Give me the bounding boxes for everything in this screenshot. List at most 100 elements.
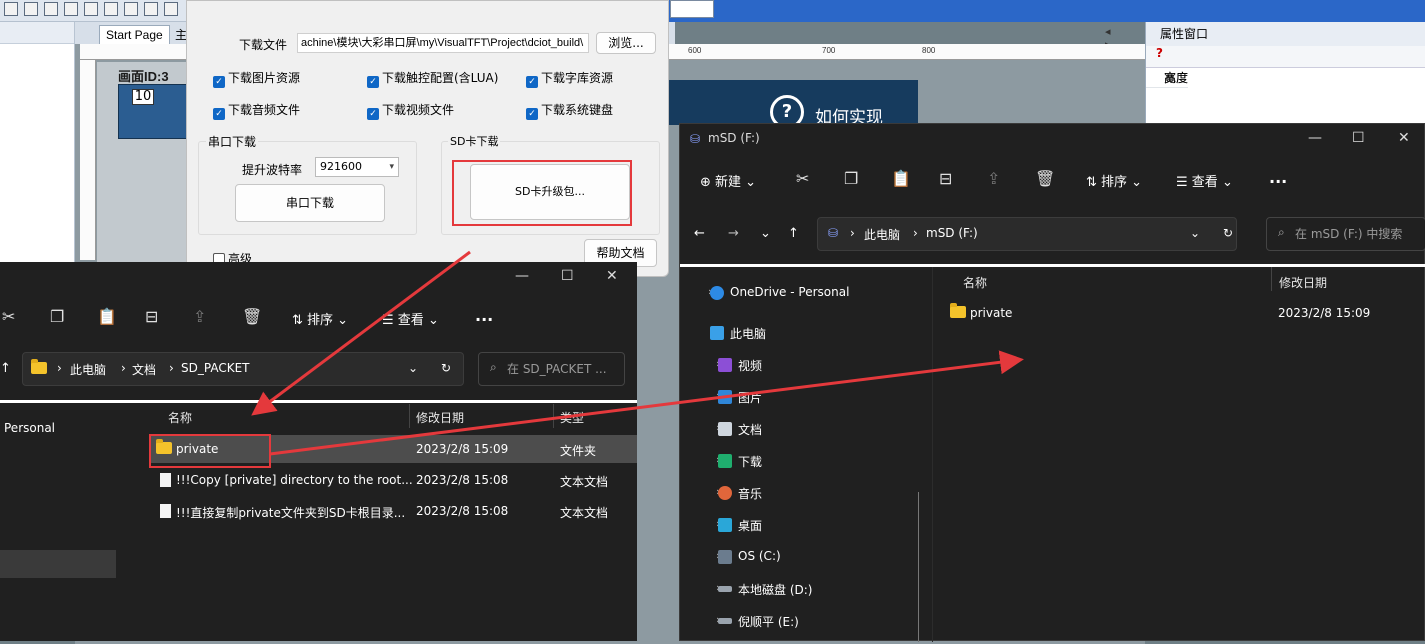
share-icon[interactable]: ⇪ xyxy=(987,169,1000,188)
view-button[interactable]: ☰ 查看 ⌄ xyxy=(1176,171,1233,190)
toolbar-icon[interactable] xyxy=(4,2,18,16)
divider xyxy=(680,264,1425,267)
crumb-this-pc[interactable]: 此电脑 xyxy=(70,361,106,378)
search-icon: ⌕ xyxy=(490,360,497,374)
paste-icon[interactable]: 📋 xyxy=(97,307,117,326)
address-bar[interactable]: › 此电脑 › 文档 › SD_PACKET ⌄ ↻ xyxy=(22,352,464,386)
check-audio[interactable]: ✓ 下载音频文件 xyxy=(213,101,300,120)
rename-icon[interactable]: ⊟ xyxy=(939,169,952,188)
check-keyboard[interactable]: ✓ 下载系统键盘 xyxy=(526,101,613,120)
ruler-label: 800 xyxy=(922,46,936,55)
vertical-ruler xyxy=(80,60,96,260)
baud-label: 提升波特率 xyxy=(242,163,303,177)
nav-desktop[interactable]: ›桌面 xyxy=(716,517,762,534)
back-icon[interactable]: ← xyxy=(694,226,705,241)
col-name[interactable]: 名称 xyxy=(963,274,987,291)
minimize-icon[interactable]: — xyxy=(515,268,529,284)
refresh-icon[interactable]: ↻ xyxy=(441,361,451,375)
divider xyxy=(0,400,637,403)
toolbar-icon[interactable] xyxy=(84,2,98,16)
forward-icon[interactable]: → xyxy=(728,226,739,241)
serial-download-button[interactable]: 串口下载 xyxy=(235,184,385,222)
rename-icon[interactable]: ⊟ xyxy=(145,307,158,326)
ruler-label: 700 xyxy=(822,46,836,55)
nav-music[interactable]: ›音乐 xyxy=(716,485,762,502)
more-button[interactable]: ... xyxy=(475,306,493,325)
check-video[interactable]: ✓ 下载视频文件 xyxy=(367,101,454,120)
address-bar[interactable]: ⛁ › 此电脑 › mSD (F:) ⌄ ↻ xyxy=(817,217,1237,251)
file-row[interactable]: !!!Copy [private] directory to the root.… xyxy=(150,466,637,494)
crumb-this-pc[interactable]: 此电脑 xyxy=(864,226,900,243)
toolbar-icon[interactable] xyxy=(64,2,78,16)
nav-onedrive-personal[interactable]: Personal xyxy=(4,421,55,435)
nav-selected-item[interactable] xyxy=(0,550,116,578)
close-icon[interactable]: ✕ xyxy=(1398,130,1410,146)
explorer-msd: ⛁ mSD (F:) — ☐ ✕ ⊕ 新建 ⌄ ✂ ❐ 📋 ⊟ ⇪ 🗑 ⇅ 排序… xyxy=(679,123,1425,642)
help-icon[interactable]: ? xyxy=(1156,46,1163,60)
tab-start-page[interactable]: Start Page xyxy=(99,25,170,44)
minimize-icon[interactable]: — xyxy=(1308,130,1322,146)
file-row[interactable]: private 2023/2/8 15:09 xyxy=(946,299,1425,327)
refresh-icon[interactable]: ↻ xyxy=(1223,226,1233,240)
chevron-down-icon[interactable]: ⌄ xyxy=(760,226,771,241)
chevron-down-icon[interactable]: ⌄ xyxy=(408,361,418,375)
check-fonts[interactable]: ✓ 下载字库资源 xyxy=(526,69,613,88)
nav-drive-d[interactable]: ›本地磁盘 (D:) xyxy=(716,581,812,598)
nav-pictures[interactable]: ›图片 xyxy=(716,389,762,406)
new-button[interactable]: ⊕ 新建 ⌄ xyxy=(700,171,756,190)
paste-icon[interactable]: 📋 xyxy=(891,169,911,188)
baud-select[interactable]: 921600 ▾ xyxy=(315,157,399,177)
ruler-label: 600 xyxy=(688,46,702,55)
delete-icon[interactable]: 🗑 xyxy=(242,307,262,326)
maximize-icon[interactable]: ☐ xyxy=(561,268,574,284)
toolbar-icon[interactable] xyxy=(144,2,158,16)
download-path-field[interactable]: achine\模块\大彩串口屏\my\VisualTFT\Project\dci… xyxy=(297,33,589,53)
nav-onedrive[interactable]: ›OneDrive - Personal xyxy=(708,285,849,300)
search-input[interactable]: 在 SD_PACKET ... xyxy=(478,352,625,386)
check-images[interactable]: ✓ 下载图片资源 xyxy=(213,69,300,88)
toolbar-icon[interactable] xyxy=(44,2,58,16)
crumb-sd-packet[interactable]: SD_PACKET xyxy=(181,361,249,375)
toolbar-icon[interactable] xyxy=(164,2,178,16)
maximize-icon[interactable]: ☐ xyxy=(1352,130,1365,146)
nav-downloads[interactable]: ›下载 xyxy=(716,453,762,470)
sort-button[interactable]: ⇅ 排序 ⌄ xyxy=(1086,171,1142,190)
nav-drive-c[interactable]: ›OS (C:) xyxy=(716,549,781,564)
crumb-documents[interactable]: 文档 xyxy=(132,361,156,378)
more-button[interactable]: ... xyxy=(1269,168,1287,187)
up-icon[interactable]: ↑ xyxy=(788,226,799,241)
nav-documents[interactable]: ›文档 xyxy=(716,421,762,438)
ide-combo[interactable] xyxy=(670,0,714,18)
toolbar-icon[interactable] xyxy=(124,2,138,16)
col-name[interactable]: 名称 xyxy=(168,409,192,426)
scrollbar[interactable] xyxy=(918,492,919,642)
file-row[interactable]: !!!直接复制private文件夹到SD卡根目录... 2023/2/8 15:… xyxy=(150,497,637,525)
back-button-widget[interactable] xyxy=(118,84,193,139)
nav-videos[interactable]: ›视频 xyxy=(716,357,762,374)
browse-button[interactable]: 浏览... xyxy=(596,32,656,54)
col-date[interactable]: 修改日期 xyxy=(416,409,464,426)
nav-drive-e[interactable]: ›倪顺平 (E:) xyxy=(716,613,799,630)
cut-icon[interactable]: ✂ xyxy=(2,307,15,326)
nav-this-pc[interactable]: ⌄此电脑 xyxy=(708,325,766,342)
sort-button[interactable]: ⇅ 排序 ⌄ xyxy=(292,309,348,328)
screen-number: 10 xyxy=(132,89,154,105)
highlight-box xyxy=(452,160,632,226)
view-button[interactable]: ☰ 查看 ⌄ xyxy=(382,309,439,328)
check-touch-config[interactable]: ✓ 下载触控配置(含LUA) xyxy=(367,69,498,88)
prop-height[interactable]: 高度 xyxy=(1146,68,1189,88)
col-type[interactable]: 类型 xyxy=(560,409,584,426)
copy-icon[interactable]: ❐ xyxy=(50,307,64,326)
col-date[interactable]: 修改日期 xyxy=(1279,274,1327,291)
share-icon[interactable]: ⇪ xyxy=(193,307,206,326)
copy-icon[interactable]: ❐ xyxy=(844,169,858,188)
toolbar-icon[interactable] xyxy=(24,2,38,16)
up-icon[interactable]: ↑ xyxy=(0,361,11,376)
chevron-down-icon[interactable]: ⌄ xyxy=(1190,226,1200,240)
crumb-msd[interactable]: mSD (F:) xyxy=(926,226,978,240)
toolbar-icon[interactable] xyxy=(104,2,118,16)
close-icon[interactable]: ✕ xyxy=(606,268,618,284)
search-input[interactable]: 在 mSD (F:) 中搜索 xyxy=(1266,217,1425,251)
delete-icon[interactable]: 🗑 xyxy=(1035,169,1055,188)
cut-icon[interactable]: ✂ xyxy=(796,169,809,188)
